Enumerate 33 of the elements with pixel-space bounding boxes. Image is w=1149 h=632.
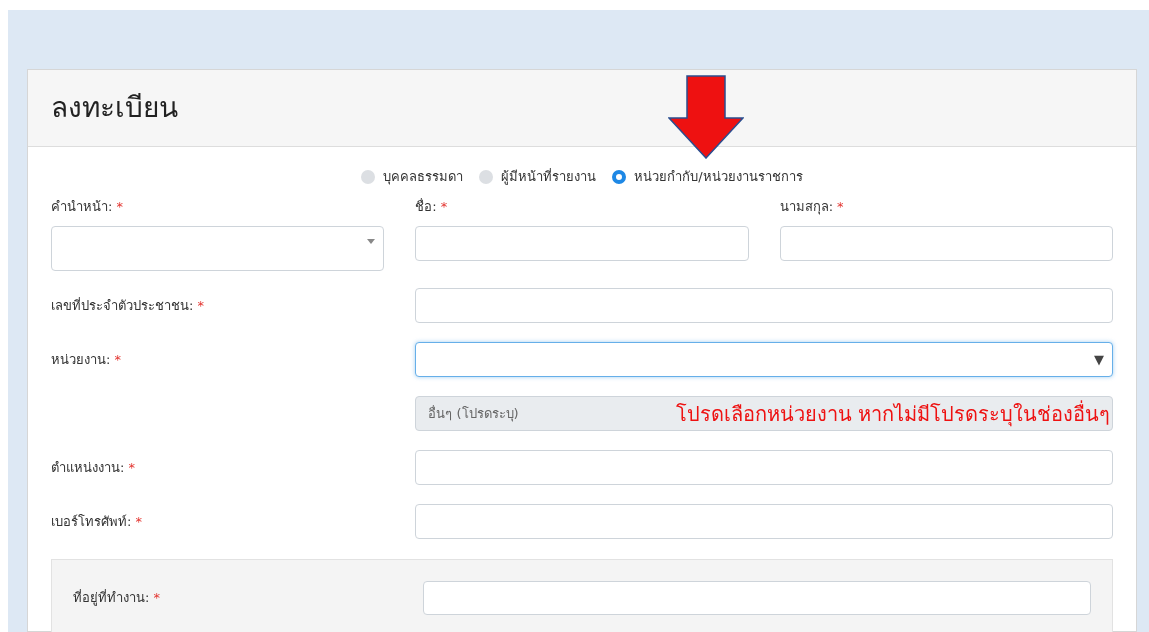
field-label: เบอร์โทรศัพท์: xyxy=(51,512,132,531)
address-input-field[interactable] xyxy=(422,581,1091,615)
caret-icon xyxy=(367,239,376,244)
required-mark: * xyxy=(197,296,204,315)
field-label: ที่อยู่ที่ทำงาน: xyxy=(73,588,150,608)
required-mark: * xyxy=(135,512,142,531)
required-mark: * xyxy=(153,589,160,608)
annotation-text: โปรดเลือกหน่วยงาน หากไม่มีโปรดระบุในช่องอื่นๆ xyxy=(675,399,1110,429)
required-mark: * xyxy=(837,197,844,216)
user-type-radio[interactable]: หน่วยกำกับ/หน่วยงานราชการ xyxy=(612,167,803,187)
field-label: คำนำหน้า: xyxy=(51,197,113,216)
text-input-field[interactable] xyxy=(415,450,1113,485)
caret-icon: ▼ xyxy=(1094,350,1104,370)
text-input-field[interactable] xyxy=(415,504,1113,539)
field-label: เลขที่ประจำตัวประชาชน: xyxy=(51,296,194,315)
text-input-field[interactable] xyxy=(415,226,749,261)
required-mark: * xyxy=(114,350,121,369)
user-type-radio[interactable]: บุคคลธรรมดา xyxy=(361,167,464,187)
select-field[interactable] xyxy=(51,226,385,271)
required-mark: * xyxy=(128,458,135,477)
required-mark: * xyxy=(440,197,448,216)
field-label: หน่วยงาน: xyxy=(51,350,111,369)
field-label: นามสกุล: xyxy=(779,197,834,216)
down-arrow-icon xyxy=(668,75,744,159)
other-input-field[interactable]: อื่นๆ (โปรดระบุ) โปรดเลือกหน่วยงาน หากไม่มีโปรดระบุในช่องอื่นๆ xyxy=(415,396,1113,431)
card-title: ลงทะเบียน xyxy=(51,90,178,126)
text-input-field[interactable] xyxy=(415,288,1113,323)
select-field[interactable]: ▼ xyxy=(415,342,1113,377)
field-label: ตำแหน่งงาน: xyxy=(51,458,125,477)
field-label: ชื่อ: xyxy=(415,197,437,216)
user-type-radio[interactable]: ผู้มีหน้าที่รายงาน xyxy=(479,167,597,187)
text-input-field[interactable] xyxy=(779,226,1113,261)
required-mark: * xyxy=(116,197,123,216)
